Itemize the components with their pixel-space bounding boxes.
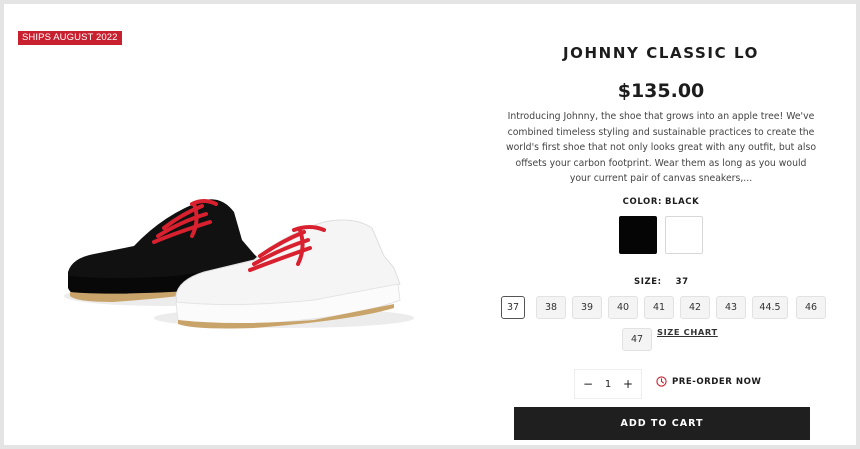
color-swatches xyxy=(619,216,703,254)
size-option-41[interactable]: 41 xyxy=(644,296,674,319)
quantity-stepper: − 1 + xyxy=(574,369,642,399)
size-option-44-5[interactable]: 44.5 xyxy=(752,296,788,319)
preorder-link[interactable]: PRE-ORDER NOW xyxy=(656,376,761,387)
ships-badge: SHIPS AUGUST 2022 xyxy=(18,31,122,45)
size-option-43[interactable]: 43 xyxy=(716,296,746,319)
sneaker-pair-image xyxy=(64,199,414,329)
color-selector-label: COLOR: BLACK xyxy=(496,197,826,207)
size-option-47[interactable]: 47 xyxy=(622,328,652,351)
size-option-39[interactable]: 39 xyxy=(572,296,602,319)
product-price: $135.00 xyxy=(617,80,705,102)
product-info: JOHNNY CLASSIC LO $135.00 Introducing Jo… xyxy=(496,4,826,445)
size-chart-link[interactable]: SIZE CHART xyxy=(657,327,718,337)
product-description: Introducing Johnny, the shoe that grows … xyxy=(505,111,817,185)
size-option-40[interactable]: 40 xyxy=(608,296,638,319)
size-option-42[interactable]: 42 xyxy=(680,296,710,319)
quantity-value[interactable]: 1 xyxy=(605,379,611,390)
color-swatch-black[interactable] xyxy=(619,216,657,254)
clock-icon xyxy=(656,376,667,387)
size-option-38[interactable]: 38 xyxy=(536,296,566,319)
size-value: 37 xyxy=(675,277,689,287)
add-to-cart-button[interactable]: ADD TO CART xyxy=(514,407,810,440)
size-option-46[interactable]: 46 xyxy=(796,296,826,319)
color-value: BLACK xyxy=(665,197,700,207)
product-title: JOHNNY CLASSIC LO xyxy=(563,44,759,62)
product-page: SHIPS AUGUST 2022 JOHNNY CLASSIC LO $135… xyxy=(4,4,856,445)
preorder-label: PRE-ORDER NOW xyxy=(672,376,762,387)
quantity-decrease-button[interactable]: − xyxy=(583,377,593,391)
size-label: SIZE: xyxy=(634,277,662,287)
color-label: COLOR: xyxy=(622,197,663,207)
size-selector-label: SIZE: 37 xyxy=(634,277,689,287)
size-option-37[interactable]: 37 xyxy=(501,296,525,319)
color-swatch-white[interactable] xyxy=(665,216,703,254)
quantity-increase-button[interactable]: + xyxy=(623,377,633,391)
